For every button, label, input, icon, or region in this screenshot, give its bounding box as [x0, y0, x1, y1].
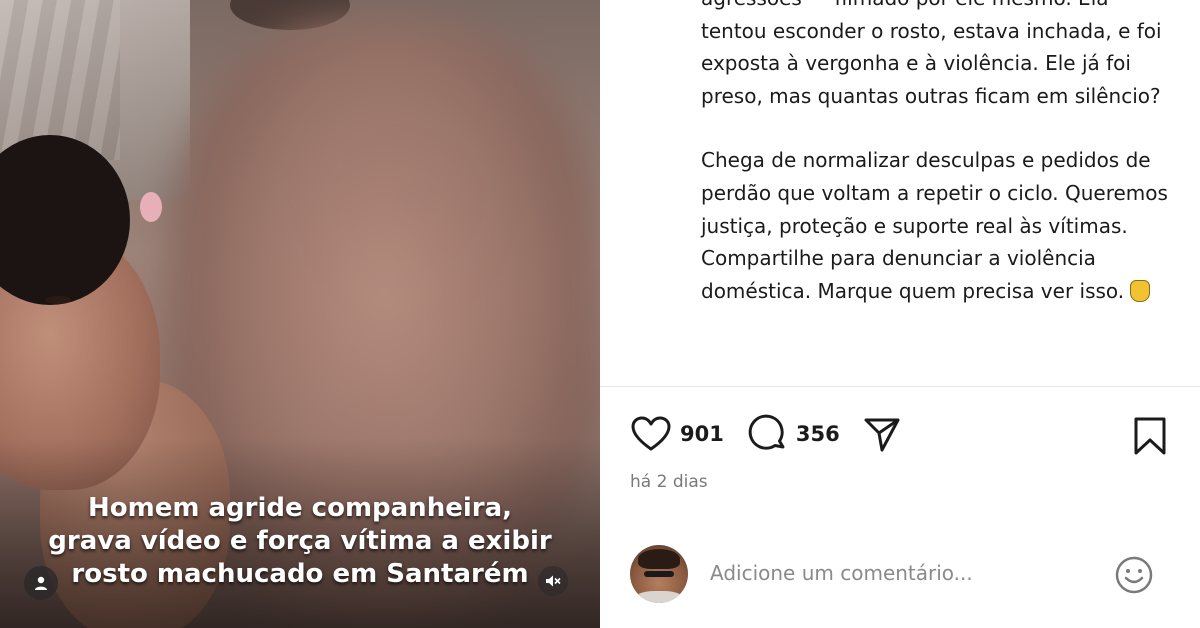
user-icon [35, 576, 47, 590]
comment-action: 356 [748, 414, 840, 454]
caption-line: Homem agride companheira, [87, 493, 512, 523]
video-caption: Homem agride companheira, grava vídeo e … [40, 492, 560, 591]
share-action [862, 414, 902, 454]
send-icon[interactable] [862, 414, 902, 454]
shield-emoji-icon [1130, 279, 1151, 302]
bookmark-icon[interactable] [1132, 416, 1168, 456]
comment-input[interactable] [710, 561, 1090, 585]
description-paragraph: Chega de normalizar desculpas e pedidos … [701, 144, 1171, 307]
heart-icon[interactable] [630, 415, 672, 453]
caption-line: grava vídeo e força vítima a exibir [48, 526, 552, 556]
comment-count: 356 [795, 422, 840, 446]
comment-bubble-icon[interactable] [748, 414, 788, 454]
like-count: 901 [680, 422, 724, 446]
add-comment-row [630, 545, 1170, 605]
description-text: Chega de normalizar desculpas e pedidos … [701, 148, 1168, 303]
video-frame[interactable]: Homem agride companheira, grava vídeo e … [0, 0, 600, 628]
action-bar: 901 356 [630, 414, 902, 454]
hair-clip [140, 192, 162, 222]
mute-button[interactable] [538, 566, 568, 596]
person-eye [45, 296, 71, 304]
divider [600, 386, 1200, 387]
caption-line: rosto machucado em Santarém [71, 559, 529, 589]
post-details-panel: agressões — filmado por ele mesmo. Ela t… [600, 0, 1200, 628]
tagged-users-button[interactable] [24, 566, 58, 600]
post-timestamp: há 2 dias [630, 472, 708, 492]
description-paragraph: agressões — filmado por ele mesmo. Ela t… [701, 0, 1162, 108]
like-action: 901 [630, 415, 724, 453]
post-viewer: Homem agride companheira, grava vídeo e … [0, 0, 1200, 628]
post-description: agressões — filmado por ele mesmo. Ela t… [701, 0, 1171, 307]
avatar [630, 545, 688, 603]
smiley-icon[interactable] [1114, 555, 1154, 595]
mute-icon [546, 575, 561, 587]
